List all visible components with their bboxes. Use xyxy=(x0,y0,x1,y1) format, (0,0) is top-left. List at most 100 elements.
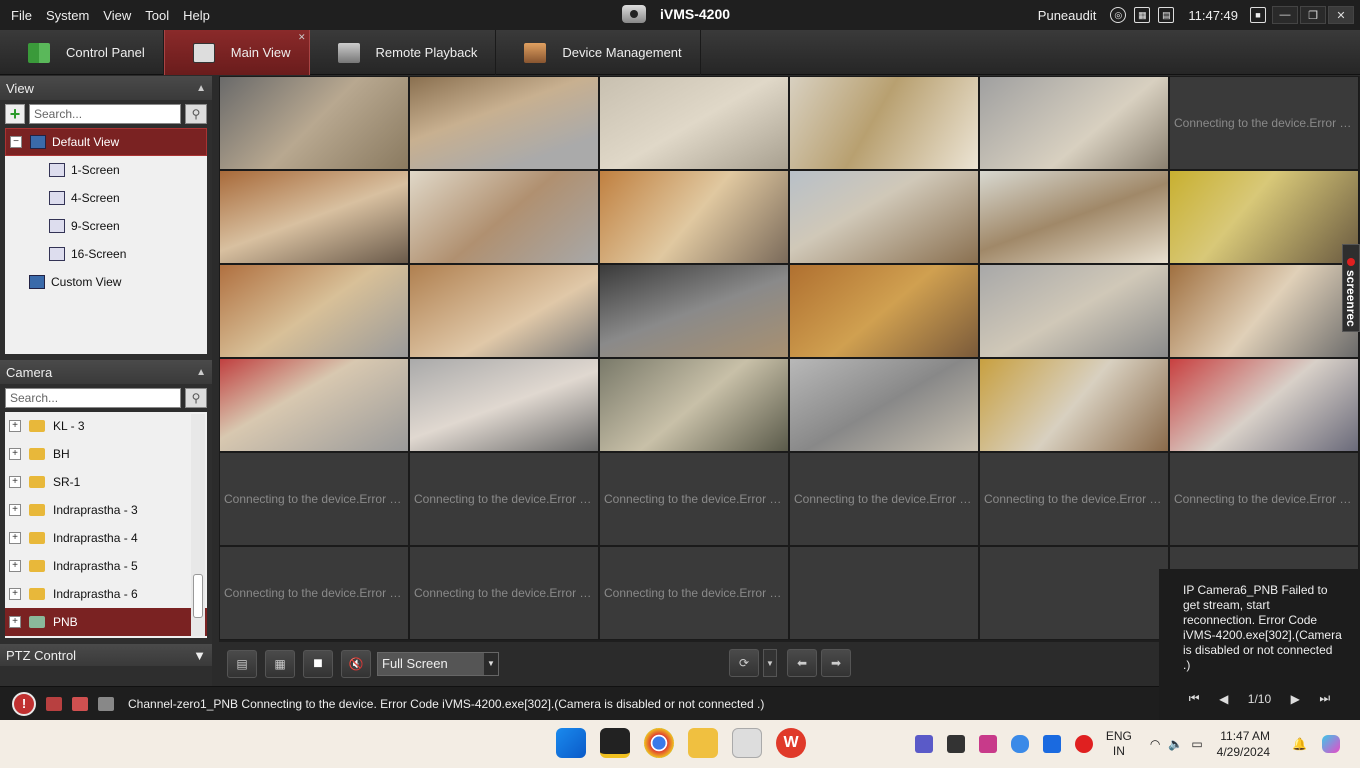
alarm-sound-icon[interactable] xyxy=(46,696,62,711)
video-tile-error[interactable]: Connecting to the device.Error Code iVMS… xyxy=(409,452,599,546)
app-tray-icon[interactable] xyxy=(946,735,965,753)
camera-panel-header[interactable]: Camera ▲ xyxy=(0,360,212,384)
sticky-notes-icon[interactable] xyxy=(600,728,630,758)
tree-item-default-view[interactable]: − Default View xyxy=(5,128,207,156)
menu-file[interactable]: File xyxy=(4,8,39,23)
video-tile[interactable] xyxy=(599,358,789,452)
view-panel-header[interactable]: View ▲ xyxy=(0,76,212,100)
menu-help[interactable]: Help xyxy=(176,8,217,23)
security-icon[interactable] xyxy=(1042,735,1061,753)
menu-tool[interactable]: Tool xyxy=(138,8,176,23)
ram-icon[interactable]: ▤ xyxy=(1158,7,1175,23)
teams-icon[interactable] xyxy=(914,735,933,753)
chevron-up-icon[interactable]: ▲ xyxy=(196,367,206,378)
camera-group[interactable]: + Indraprastha - 4 xyxy=(5,524,207,552)
video-tile[interactable] xyxy=(1169,170,1359,264)
video-tile[interactable] xyxy=(1169,358,1359,452)
camera-group[interactable]: + Indraprastha - 3 xyxy=(5,496,207,524)
prev-icon[interactable]: ◀ xyxy=(1219,692,1228,706)
wifi-icon[interactable]: ◠ xyxy=(1150,737,1160,751)
refresh-icon[interactable]: ⟳ xyxy=(729,649,759,677)
wps-office-icon[interactable]: W xyxy=(776,728,806,758)
lock-icon[interactable]: ■ xyxy=(1250,7,1266,23)
tree-item-custom-view[interactable]: Custom View xyxy=(5,268,207,296)
video-tile[interactable] xyxy=(219,170,409,264)
save-view-icon[interactable]: ▤ xyxy=(227,649,257,678)
video-tile-error[interactable]: Connecting to the device.Error Code iVMS… xyxy=(599,452,789,546)
close-button[interactable]: ✕ xyxy=(1328,6,1354,24)
expand-icon[interactable]: + xyxy=(9,448,21,460)
record-icon[interactable] xyxy=(1074,735,1093,753)
video-tile[interactable] xyxy=(409,76,599,170)
video-tile-error[interactable]: Connecting to the device.Error Code iVMS… xyxy=(219,546,409,640)
video-tile[interactable] xyxy=(409,170,599,264)
app-tray-icon[interactable] xyxy=(978,735,997,753)
chevron-down-icon[interactable]: ▼ xyxy=(193,648,206,663)
keyboard-icon[interactable]: ▦ xyxy=(1134,7,1151,23)
video-tile[interactable] xyxy=(599,170,789,264)
next-icon[interactable]: ▶ xyxy=(1291,692,1300,706)
camera-group[interactable]: + Indraprastha - 5 xyxy=(5,552,207,580)
video-tile-error[interactable]: Connecting to the device.Error Code iVMS… xyxy=(409,546,599,640)
video-tile-empty[interactable] xyxy=(979,546,1169,640)
video-tile[interactable] xyxy=(409,358,599,452)
ivms-taskbar-icon[interactable] xyxy=(732,728,762,758)
video-tile-error[interactable]: Connecting to the device.Error Code iVMS… xyxy=(1169,76,1359,170)
video-tile[interactable] xyxy=(979,358,1169,452)
search-icon[interactable]: ⚲ xyxy=(185,104,207,124)
search-icon[interactable]: ⚲ xyxy=(185,388,207,408)
screenrec-widget[interactable]: screenrec xyxy=(1342,244,1360,332)
menu-view[interactable]: View xyxy=(96,8,138,23)
event-icon[interactable] xyxy=(72,696,88,711)
chevron-down-icon[interactable]: ▼ xyxy=(484,652,498,675)
globe-icon[interactable]: ◎ xyxy=(1110,7,1127,23)
battery-icon[interactable]: ▭ xyxy=(1191,737,1202,751)
video-tile-empty[interactable] xyxy=(789,546,979,640)
video-tile[interactable] xyxy=(599,76,789,170)
collapse-icon[interactable]: − xyxy=(10,136,22,148)
video-tile[interactable] xyxy=(599,264,789,358)
camera-group[interactable]: + SR-1 xyxy=(5,468,207,496)
expand-icon[interactable]: + xyxy=(9,476,21,488)
add-view-button[interactable]: + xyxy=(5,104,25,124)
camera-group[interactable]: + Indraprastha - 6 xyxy=(5,580,207,608)
video-tile[interactable] xyxy=(219,76,409,170)
camera-group[interactable]: + BH xyxy=(5,440,207,468)
video-tile[interactable] xyxy=(219,264,409,358)
menu-system[interactable]: System xyxy=(39,8,96,23)
file-explorer-icon[interactable] xyxy=(688,728,718,758)
expand-icon[interactable]: + xyxy=(9,420,21,432)
expand-icon[interactable]: + xyxy=(9,616,21,628)
minimize-button[interactable]: — xyxy=(1272,6,1298,24)
expand-icon[interactable]: + xyxy=(9,504,21,516)
view-search-input[interactable]: Search... xyxy=(29,104,181,124)
video-tile[interactable] xyxy=(979,76,1169,170)
video-tile[interactable] xyxy=(979,264,1169,358)
notification-bell-icon[interactable]: 🔔 xyxy=(1292,737,1307,751)
tab-remote-playback[interactable]: Remote Playback xyxy=(310,30,497,75)
expand-icon[interactable]: + xyxy=(9,588,21,600)
stop-all-icon[interactable]: ■ xyxy=(303,649,333,678)
tab-control-panel[interactable]: Control Panel xyxy=(0,30,164,75)
video-tile-error[interactable]: Connecting to the device.Error Code iVMS… xyxy=(789,452,979,546)
video-tile[interactable] xyxy=(219,358,409,452)
video-tile[interactable] xyxy=(1169,264,1359,358)
video-tile[interactable] xyxy=(789,358,979,452)
video-tile[interactable] xyxy=(979,170,1169,264)
camera-tree-scrollbar[interactable] xyxy=(191,414,205,636)
first-page-icon[interactable]: ⏮ xyxy=(1189,691,1200,706)
tab-device-management[interactable]: Device Management xyxy=(496,30,701,75)
mute-icon[interactable]: 🔇 xyxy=(341,649,371,678)
video-tile-error[interactable]: Connecting to the device.Error Code iVMS… xyxy=(219,452,409,546)
camera-group[interactable]: + KL - 3 xyxy=(5,412,207,440)
chevron-up-icon[interactable]: ▲ xyxy=(196,83,206,94)
tree-item-4-screen[interactable]: 4-Screen xyxy=(5,184,207,212)
screen-mode-select[interactable]: Full Screen ▼ xyxy=(377,651,499,676)
chevron-down-icon[interactable]: ▼ xyxy=(763,649,777,677)
chrome-icon[interactable] xyxy=(644,728,674,758)
tree-item-16-screen[interactable]: 16-Screen xyxy=(5,240,207,268)
camera-search-input[interactable]: Search... xyxy=(5,388,181,408)
video-tile[interactable] xyxy=(789,264,979,358)
expand-icon[interactable]: + xyxy=(9,560,21,572)
video-tile-error[interactable]: Connecting to the device.Error Code iVMS… xyxy=(599,546,789,640)
